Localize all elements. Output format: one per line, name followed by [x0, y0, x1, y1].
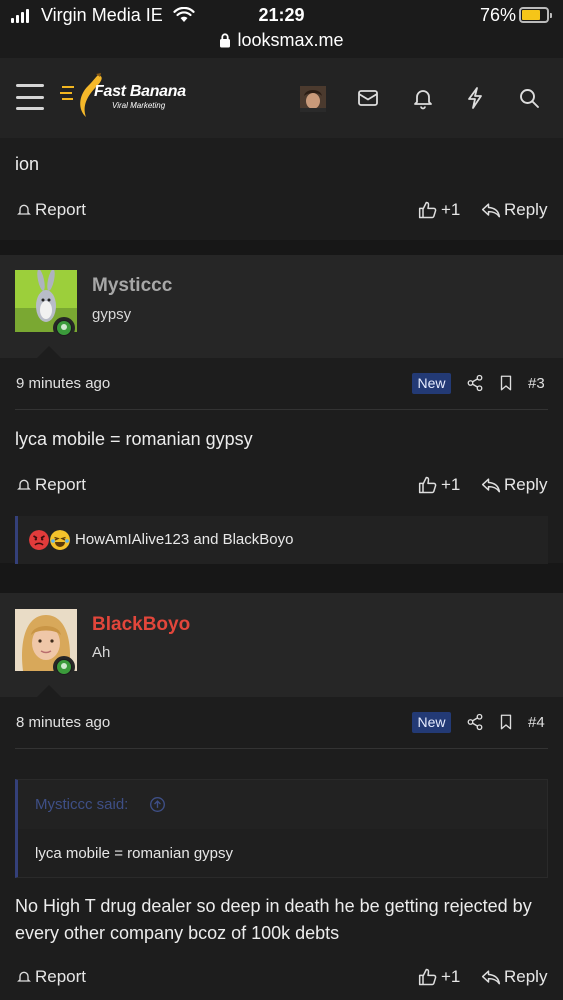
user-title: Ah [92, 644, 111, 661]
post-author-header: BlackBoyo Ah [0, 593, 563, 697]
report-button[interactable]: Report [16, 475, 86, 495]
report-button[interactable]: Report [16, 967, 86, 987]
address-bar[interactable]: looksmax.me [0, 30, 563, 51]
logo-subtitle: Viral Marketing [112, 101, 166, 110]
post-number[interactable]: #3 [528, 375, 545, 392]
quote-block: Mysticcc said: lyca mobile = romanian gy… [15, 779, 548, 878]
report-button[interactable]: Report [16, 200, 86, 220]
arrow-up-circle-icon[interactable] [149, 796, 166, 813]
new-badge: New [412, 373, 451, 394]
online-status-icon [53, 656, 75, 678]
bell-outline-icon [17, 204, 31, 215]
quote-text: lyca mobile = romanian gypsy [35, 845, 234, 862]
site-header: Fast Banana Viral Marketing [0, 58, 563, 138]
url-text: looksmax.me [237, 30, 344, 50]
post-body: lyca mobile = romanian gypsy [15, 429, 253, 449]
bell-outline-icon [17, 479, 31, 490]
reactions-bar[interactable]: HowAmIAlive123 and BlackBoyo [15, 516, 548, 564]
new-badge: New [412, 712, 451, 733]
share-icon[interactable] [466, 713, 484, 731]
post-number[interactable]: #4 [528, 714, 545, 731]
bookmark-icon[interactable] [497, 713, 515, 731]
battery-icon [519, 7, 552, 23]
reply-button[interactable]: Reply [481, 967, 547, 987]
post-time[interactable]: 9 minutes ago [16, 375, 110, 392]
crying-laughing-face-icon [50, 530, 70, 550]
inbox-icon[interactable] [356, 86, 380, 110]
post-author-header: Mysticcc gypsy [0, 255, 563, 358]
status-bar: Virgin Media IE 21:29 76% looksmax.me [0, 0, 563, 58]
lock-icon [220, 33, 231, 48]
reply-icon [481, 203, 501, 218]
post-previous: ion Report +1 Reply [0, 138, 563, 240]
username[interactable]: BlackBoyo [92, 614, 190, 636]
post: 8 minutes ago New #4 Mysticcc said: lyca… [0, 697, 563, 1000]
reply-icon [481, 478, 501, 493]
search-icon[interactable] [517, 86, 541, 110]
thumbs-up-icon [418, 476, 437, 494]
user-title: gypsy [92, 306, 132, 323]
share-icon[interactable] [466, 374, 484, 392]
post: 9 minutes ago New #3 lyca mobile = roman… [0, 358, 563, 564]
post-time[interactable]: 8 minutes ago [16, 714, 110, 731]
like-button[interactable]: +1 [418, 967, 460, 987]
battery-percent: 76% [479, 5, 516, 25]
reply-button[interactable]: Reply [481, 475, 547, 495]
like-button[interactable]: +1 [418, 200, 460, 220]
like-button[interactable]: +1 [418, 475, 460, 495]
reply-button[interactable]: Reply [481, 200, 547, 220]
user-avatar[interactable] [300, 86, 326, 112]
post-body: No High T drug dealer so deep in death h… [15, 896, 532, 943]
thumbs-up-icon [418, 201, 437, 219]
bell-outline-icon [17, 971, 31, 982]
thumbs-up-icon [418, 968, 437, 986]
username[interactable]: Mysticcc [92, 275, 172, 297]
site-logo[interactable]: Fast Banana Viral Marketing [60, 72, 190, 122]
clock: 21:29 [258, 5, 305, 25]
online-status-icon [53, 317, 75, 339]
logo-title: Fast Banana [94, 83, 186, 100]
bell-icon[interactable] [411, 86, 435, 110]
reply-icon [481, 970, 501, 985]
reactions-users[interactable]: HowAmIAlive123 and BlackBoyo [75, 531, 293, 548]
bookmark-icon[interactable] [497, 374, 515, 392]
menu-icon[interactable] [16, 84, 44, 110]
angry-face-icon [29, 530, 49, 550]
bolt-icon[interactable] [463, 86, 487, 110]
post-body: ion [15, 154, 40, 174]
quote-author[interactable]: Mysticcc said: [35, 796, 128, 813]
